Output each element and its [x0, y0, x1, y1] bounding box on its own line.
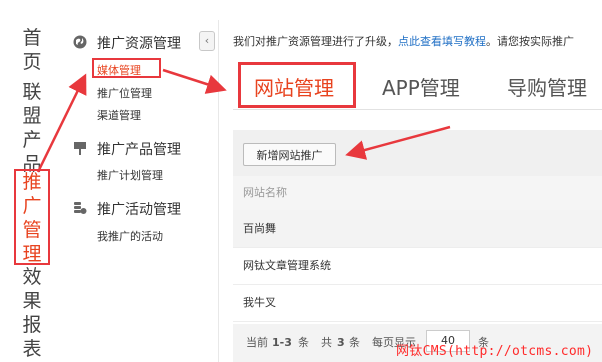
table-row[interactable]: 我牛叉: [233, 284, 602, 322]
group-title-products[interactable]: 推广产品管理: [97, 139, 181, 159]
annotation-highlight-box: [238, 62, 356, 108]
nav-item-home[interactable]: 首页: [20, 26, 44, 74]
column-header-website-name: 网站名称: [233, 176, 602, 211]
nav-item-alliance-products[interactable]: 联盟产品: [20, 80, 44, 176]
sidebar-item-ad-slots[interactable]: 推广位管理: [97, 85, 152, 101]
annotation-highlight-box: [14, 169, 50, 265]
nav-item-label: 联盟产品: [22, 81, 42, 175]
tab-bar: 网站管理 APP管理 导购管理: [220, 58, 602, 110]
notice-tail: 。请您按实际推广: [486, 35, 574, 48]
pager-current-prefix: 当前: [246, 336, 268, 349]
group-title-activities[interactable]: 推广活动管理: [97, 199, 181, 219]
pager-total-prefix: 共: [321, 336, 332, 349]
pager-total: 3: [337, 336, 345, 349]
pager-total-unit: 条: [349, 336, 360, 349]
annotation-highlight-box: [92, 58, 161, 78]
sidebar-item-channels[interactable]: 渠道管理: [97, 107, 141, 123]
pager-range: 1-3: [272, 336, 292, 349]
tab-app-management[interactable]: APP管理: [382, 72, 460, 101]
nav-item-label: 效果报表: [22, 266, 42, 360]
upgrade-notice: 我们对推广资源管理进行了升级，点此查看填写教程。请您按实际推广: [233, 33, 574, 49]
website-list-panel: 新增网站推广 网站名称 百尚舞 网钛文章管理系统 我牛叉 当前 1-3 条 共 …: [233, 130, 602, 362]
nav-item-reports[interactable]: 效果报表: [20, 265, 44, 361]
add-website-promotion-button[interactable]: 新增网站推广: [243, 143, 336, 166]
tab-underline: [233, 109, 602, 110]
sidebar-item-my-activities[interactable]: 我推广的活动: [97, 228, 163, 244]
pin-icon: [74, 142, 86, 155]
notice-text: 我们对推广资源管理进行了升级，: [233, 35, 398, 48]
sidebar-divider: [218, 20, 219, 362]
group-title-resources[interactable]: 推广资源管理: [97, 33, 181, 53]
sidebar-item-plans[interactable]: 推广计划管理: [97, 167, 163, 183]
toolbar: 新增网站推广: [233, 130, 602, 176]
tab-shopping-guide-management[interactable]: 导购管理: [507, 72, 587, 101]
sidebar: ‹ 推广资源管理 媒体管理 推广位管理 渠道管理 推广产品管理 推广计划管理 推…: [60, 0, 220, 362]
table-row[interactable]: 网钛文章管理系统: [233, 247, 602, 285]
main-content: 我们对推广资源管理进行了升级，点此查看填写教程。请您按实际推广 网站管理 APP…: [220, 0, 602, 362]
watermark: 网钛CMS(http://otcms.com): [396, 344, 594, 359]
left-vertical-nav: 首页 联盟产品 推广管理 效果报表: [0, 0, 60, 362]
tutorial-link[interactable]: 点此查看填写教程: [398, 35, 486, 48]
pager-unit: 条: [298, 336, 309, 349]
globe-icon: [73, 35, 87, 49]
chevron-left-icon: ‹: [204, 34, 210, 47]
nav-item-label: 首页: [22, 27, 42, 73]
coins-icon: [74, 202, 87, 214]
collapse-sidebar-button[interactable]: ‹: [199, 31, 215, 51]
table-row[interactable]: 百尚舞: [233, 210, 602, 248]
